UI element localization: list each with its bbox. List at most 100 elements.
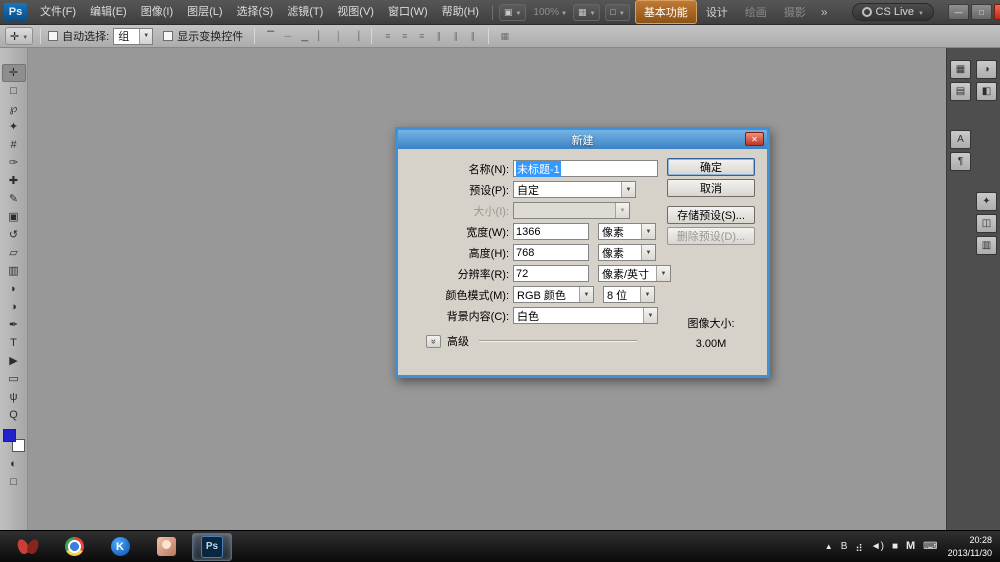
path-selection-tool[interactable]: ▶	[2, 352, 26, 370]
workspace-painting-button[interactable]: 绘画	[737, 1, 775, 23]
rectangle-tool[interactable]: ▭	[2, 370, 26, 388]
horizontal-type-tool[interactable]: T	[2, 334, 26, 352]
workspace-design-button[interactable]: 设计	[698, 1, 736, 23]
clock-date: 2013/11/30	[948, 547, 992, 560]
maximize-button[interactable]: □	[971, 4, 992, 20]
quick-selection-tool[interactable]: ✦	[2, 118, 26, 136]
menu-edit[interactable]: 编辑(E)	[83, 0, 134, 25]
quick-mask-button[interactable]: ◐	[2, 455, 26, 473]
workspace-essentials-button[interactable]: 基本功能	[635, 0, 697, 24]
menu-layer[interactable]: 图层(L)	[180, 0, 229, 25]
language-indicator[interactable]: M	[906, 541, 915, 552]
volume-icon[interactable]: ◄)	[871, 542, 884, 552]
foreground-color-swatch[interactable]	[3, 429, 16, 442]
menu-view[interactable]: 视图(V)	[330, 0, 381, 25]
dropdown-arrow-icon	[641, 224, 655, 239]
height-unit-dropdown[interactable]: 像素	[598, 244, 656, 261]
ok-button[interactable]: 确定	[667, 158, 755, 176]
menu-help[interactable]: 帮助(H)	[435, 0, 486, 25]
dialog-close-button[interactable]: ✕	[745, 132, 764, 146]
crop-tool[interactable]: #	[2, 136, 26, 154]
dialog-title-bar[interactable]: 新建 ✕	[398, 130, 767, 149]
layers-panel-icon[interactable]: ◫	[976, 214, 997, 233]
auto-select-target-dropdown[interactable]: 组	[113, 28, 153, 45]
zoom-level-control[interactable]: 100%	[533, 7, 567, 18]
spot-healing-brush-tool[interactable]: ✚	[2, 172, 26, 190]
save-preset-button[interactable]: 存储预设(S)...	[667, 206, 755, 224]
messenger-taskbar-button[interactable]	[146, 533, 186, 561]
pen-tool[interactable]: ✒	[2, 316, 26, 334]
quick-mask-icon: ◐	[10, 459, 17, 470]
masks-panel-icon[interactable]: ◧	[976, 82, 997, 101]
blur-tool[interactable]: ◗	[2, 280, 26, 298]
start-button[interactable]	[8, 533, 48, 561]
character-panel-icon[interactable]: A	[950, 130, 971, 149]
background-contents-value: 白色	[517, 308, 539, 324]
swatches-panel-icon[interactable]: ▤	[950, 82, 971, 101]
move-tool[interactable]: ✛	[2, 64, 26, 82]
name-input[interactable]: 未标题-1	[513, 160, 658, 177]
workspace-overflow-button[interactable]: »	[815, 5, 834, 19]
advanced-toggle-button[interactable]: »	[426, 335, 441, 348]
tools-panel: ✛ □ ℘ ✦ # ✑ ✚ ✎ ▣ ↺ ▱ ▥ ◗ ◑ ✒ T ▶ ▭ ψ Q …	[0, 48, 28, 530]
network-signal-icon[interactable]: ⣴	[855, 542, 862, 552]
lasso-tool[interactable]: ℘	[2, 100, 26, 118]
rectangular-marquee-tool[interactable]: □	[2, 82, 26, 100]
workspace-photography-button[interactable]: 摄影	[776, 1, 814, 23]
styles-panel-icon[interactable]: ✦	[976, 192, 997, 211]
color-mode-value: RGB 颜色	[517, 287, 566, 303]
resolution-unit-dropdown[interactable]: 像素/英寸	[598, 265, 671, 282]
width-unit-dropdown[interactable]: 像素	[598, 223, 656, 240]
color-panel-icon[interactable]: ▦	[950, 60, 971, 79]
dialog-buttons: 确定 取消 存储预设(S)... 删除预设(D)...	[667, 158, 755, 248]
dropdown-arrow-icon	[621, 182, 635, 197]
adjustments-panel-icon[interactable]: ◑	[976, 60, 997, 79]
ime-icon[interactable]: ■	[892, 542, 898, 552]
bridge-launcher-button[interactable]: ▣	[499, 4, 526, 21]
close-button[interactable]: ✕	[994, 4, 1000, 20]
bit-depth-dropdown[interactable]: 8 位	[603, 286, 655, 303]
bluetooth-icon[interactable]: B	[841, 542, 848, 552]
clone-stamp-tool[interactable]: ▣	[2, 208, 26, 226]
auto-select-checkbox[interactable]: 自动选择:	[48, 28, 109, 44]
paragraph-panel-icon[interactable]: ¶	[950, 152, 971, 171]
show-transform-checkbox[interactable]: 显示变换控件	[163, 28, 243, 44]
chevron-down-icon	[515, 7, 521, 17]
minimize-button[interactable]: —	[948, 4, 969, 20]
eraser-tool[interactable]: ▱	[2, 244, 26, 262]
photoshop-taskbar-button[interactable]: Ps	[192, 533, 232, 561]
show-hidden-icons-button[interactable]: ▲	[825, 543, 833, 551]
color-mode-dropdown[interactable]: RGB 颜色	[513, 286, 594, 303]
cs-live-button[interactable]: CS Live	[852, 3, 934, 21]
chrome-taskbar-button[interactable]	[54, 533, 94, 561]
height-input[interactable]: 768	[513, 244, 589, 261]
arrange-documents-button[interactable]: ▦	[573, 4, 600, 21]
cancel-button[interactable]: 取消	[667, 179, 755, 197]
chevron-down-icon	[22, 30, 28, 42]
clock[interactable]: 20:28 2013/11/30	[948, 534, 992, 559]
tool-preset-button[interactable]: ✛	[5, 27, 33, 45]
eyedropper-tool[interactable]: ✑	[2, 154, 26, 172]
menu-file[interactable]: 文件(F)	[33, 0, 83, 25]
history-brush-tool[interactable]: ↺	[2, 226, 26, 244]
menu-image[interactable]: 图像(I)	[134, 0, 180, 25]
resolution-input[interactable]: 72	[513, 265, 589, 282]
kugou-taskbar-button[interactable]: K	[100, 533, 140, 561]
screen-mode-toggle[interactable]: □	[2, 473, 26, 491]
height-unit-value: 像素	[602, 245, 624, 261]
preset-dropdown[interactable]: 自定	[513, 181, 636, 198]
brush-tool[interactable]: ✎	[2, 190, 26, 208]
dodge-tool[interactable]: ◑	[2, 298, 26, 316]
hand-tool[interactable]: ψ	[2, 388, 26, 406]
width-input[interactable]: 1366	[513, 223, 589, 240]
menu-select[interactable]: 选择(S)	[230, 0, 281, 25]
gradient-tool[interactable]: ▥	[2, 262, 26, 280]
menu-window[interactable]: 窗口(W)	[381, 0, 435, 25]
zoom-tool[interactable]: Q	[2, 406, 26, 424]
screen-mode-button[interactable]: □	[605, 4, 629, 21]
keyboard-icon[interactable]: ⌨	[923, 542, 937, 552]
background-contents-dropdown[interactable]: 白色	[513, 307, 658, 324]
main-menu: 文件(F) 编辑(E) 图像(I) 图层(L) 选择(S) 滤镜(T) 视图(V…	[33, 0, 486, 25]
menu-filter[interactable]: 滤镜(T)	[280, 0, 330, 25]
channels-panel-icon[interactable]: ▥	[976, 236, 997, 255]
